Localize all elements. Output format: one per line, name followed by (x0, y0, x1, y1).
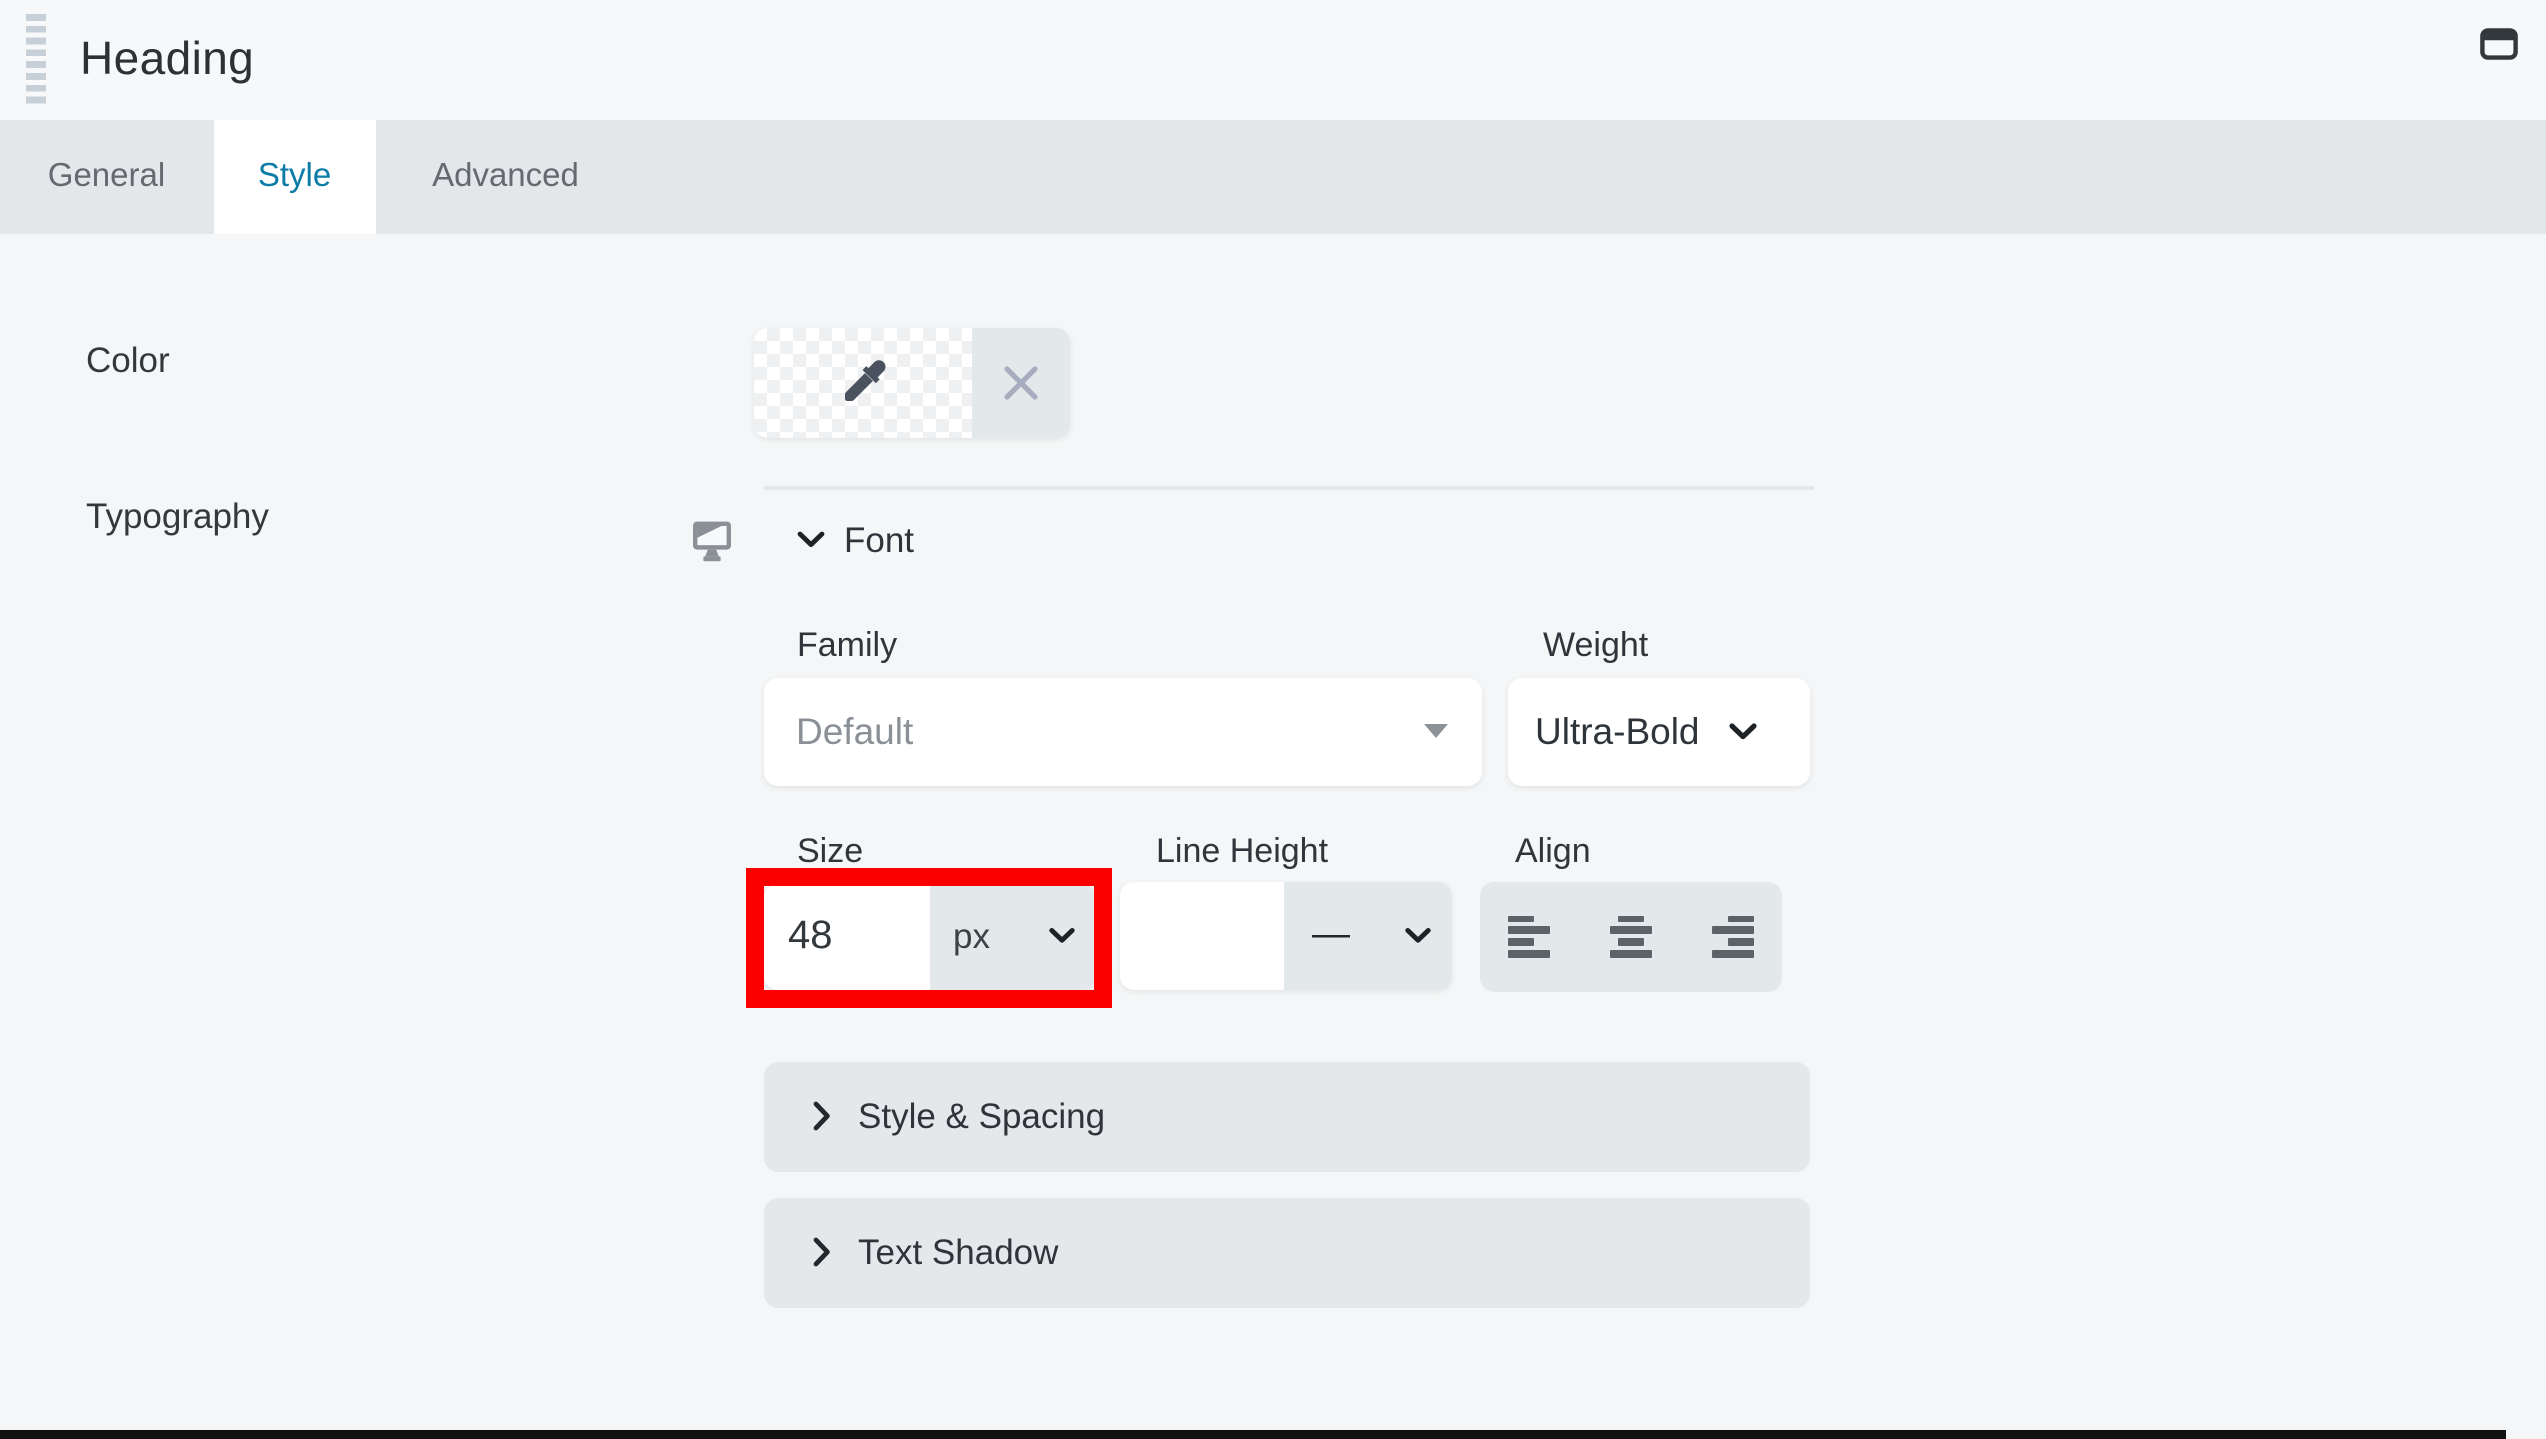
section-style-spacing[interactable]: Style & Spacing (764, 1061, 1810, 1171)
bottom-edge-bar (0, 1429, 2505, 1439)
eyedropper-icon (836, 356, 890, 410)
font-family-select[interactable]: Default (764, 677, 1481, 785)
chevron-down-icon (1727, 721, 1757, 741)
weight-label: Weight (1543, 625, 1649, 663)
font-group-title: Font (844, 519, 915, 559)
chevron-down-icon (1048, 927, 1076, 947)
font-group-header[interactable]: Font (796, 512, 914, 568)
size-unit-value: px (953, 915, 990, 956)
drag-handle[interactable] (26, 14, 46, 104)
color-picker-control (753, 328, 1070, 438)
section-title: Style & Spacing (858, 1095, 1106, 1135)
chevron-down-icon (1403, 926, 1431, 946)
align-center-button[interactable] (1609, 915, 1651, 958)
chevron-down-icon (796, 530, 826, 550)
color-field-label: Color (86, 340, 170, 380)
align-label: Align (1515, 831, 1591, 869)
size-unit-select[interactable]: px (929, 883, 1096, 990)
tab-advanced[interactable]: Advanced (376, 119, 635, 233)
align-left-button[interactable] (1507, 915, 1549, 958)
size-label: Size (797, 831, 864, 869)
line-height-input[interactable] (1120, 882, 1284, 990)
color-picker-button[interactable] (753, 328, 972, 438)
responsive-toggle-button[interactable] (692, 520, 732, 562)
section-text-shadow[interactable]: Text Shadow (764, 1197, 1810, 1307)
tab-bar: General Style Advanced (0, 119, 2546, 233)
widget-title: Heading (80, 32, 255, 85)
line-height-field: — (1120, 882, 1451, 990)
size-input[interactable] (764, 883, 929, 990)
font-family-value: Default (796, 709, 914, 751)
chevron-right-icon (812, 1100, 832, 1132)
font-weight-value: Ultra-Bold (1535, 709, 1700, 751)
caret-down-icon (1423, 724, 1447, 738)
font-weight-select[interactable]: Ultra-Bold (1507, 677, 1810, 785)
line-height-label: Line Height (1156, 831, 1329, 869)
family-label: Family (797, 625, 898, 663)
align-right-button[interactable] (1711, 915, 1753, 958)
tab-style[interactable]: Style (213, 119, 376, 233)
line-height-unit-select[interactable]: — (1284, 882, 1451, 990)
size-field: px (764, 883, 1096, 990)
chevron-right-icon (812, 1236, 832, 1268)
tab-general[interactable]: General (0, 119, 213, 233)
window-mode-button[interactable] (2468, 16, 2530, 70)
line-height-unit-value: — (1312, 914, 1350, 956)
typography-field-label: Typography (86, 495, 269, 535)
align-button-group (1479, 882, 1782, 991)
section-divider (764, 486, 1814, 489)
color-clear-button[interactable] (972, 328, 1070, 438)
x-icon (998, 360, 1044, 406)
panel-titlebar: Heading (0, 0, 2546, 119)
window-icon (2480, 27, 2518, 59)
monitor-icon (692, 520, 732, 562)
section-title: Text Shadow (858, 1231, 1059, 1271)
